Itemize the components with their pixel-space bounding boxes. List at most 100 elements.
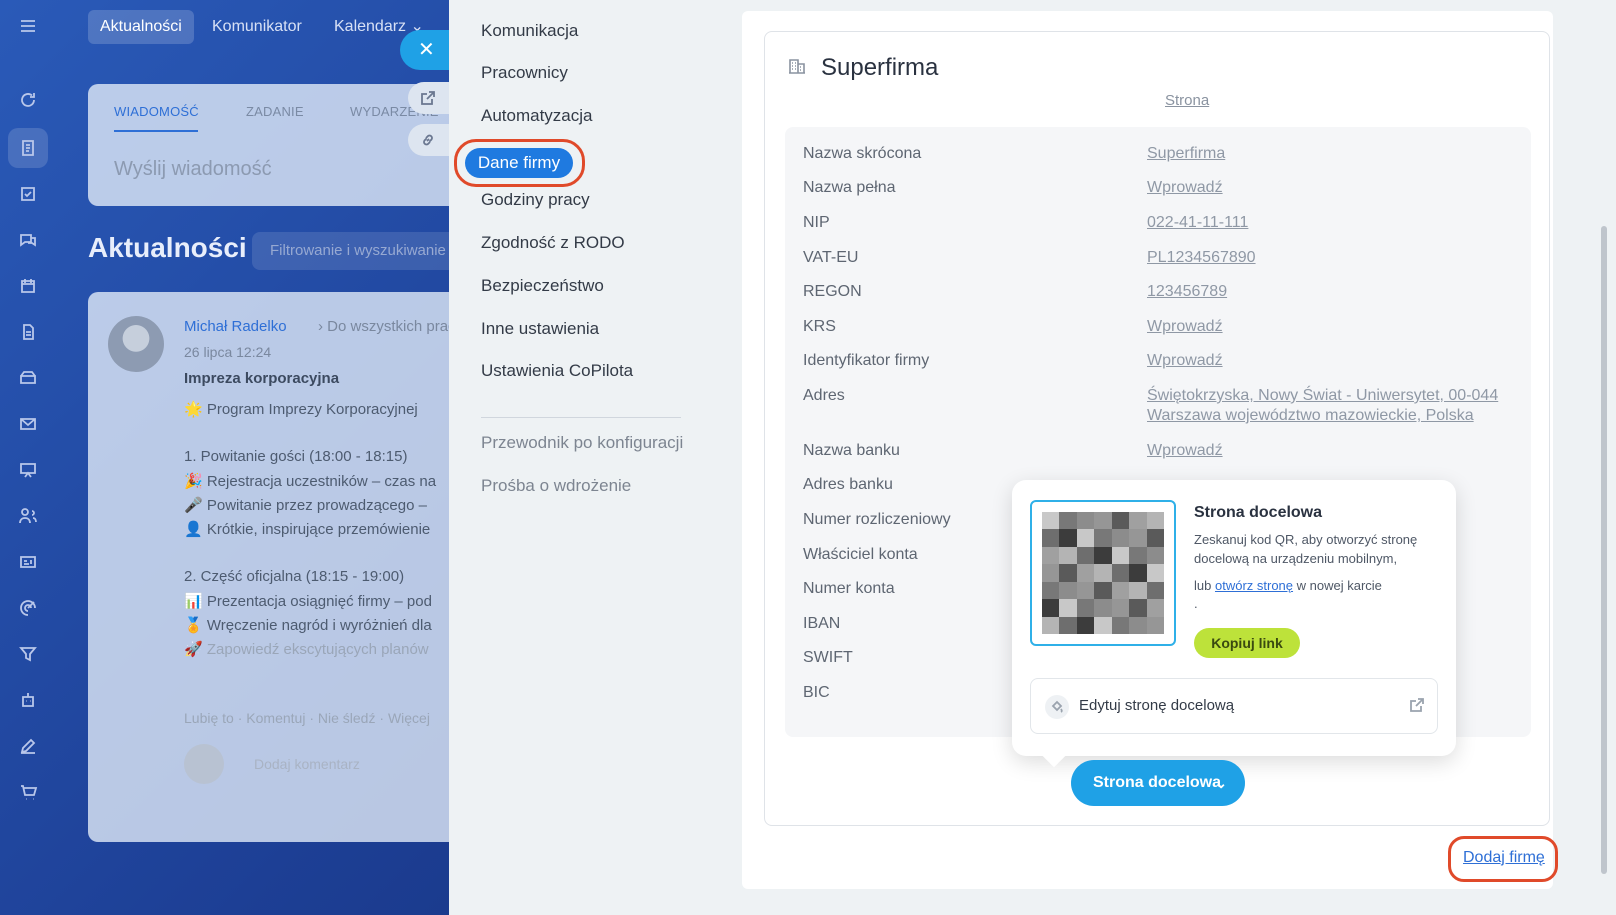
post-line: 🌟 Program Imprezy Korporacyjnej xyxy=(184,401,418,418)
comment-action[interactable]: Komentuj xyxy=(246,710,305,726)
chat-icon[interactable] xyxy=(16,228,40,252)
open-page-link[interactable]: otwórz stronę xyxy=(1215,578,1293,593)
post-line: 🏅 Wręczenie nagród i wyróżnień dla xyxy=(184,617,432,634)
tasks-icon[interactable] xyxy=(16,182,40,206)
nav-item-inne-ustawienia[interactable]: Inne ustawienia xyxy=(481,319,599,339)
qr-cell xyxy=(1059,546,1077,565)
qr-cell xyxy=(1146,512,1164,530)
qr-code xyxy=(1030,500,1176,646)
nav-item-copilot[interactable]: Ustawienia CoPilota xyxy=(481,361,633,381)
document-icon[interactable] xyxy=(16,320,40,344)
nav-divider xyxy=(481,417,681,418)
qr-cell xyxy=(1111,529,1130,547)
menu-icon[interactable] xyxy=(16,14,40,38)
top-tab-news[interactable]: Aktualności xyxy=(88,10,194,44)
qr-cell xyxy=(1059,581,1077,600)
robot-icon[interactable] xyxy=(16,688,40,712)
mail-icon[interactable] xyxy=(16,412,40,436)
field-value-address[interactable]: Świętokrzyska, Nowy Świat - Uniwersytet,… xyxy=(1147,387,1498,405)
field-label: NIP xyxy=(803,214,830,231)
nav-item-config-guide[interactable]: Przewodnik po konfiguracji xyxy=(481,433,683,453)
field-value-address-line2[interactable]: Warszawa województwo mazowieckie, Polska xyxy=(1147,407,1474,425)
composer-tab-message[interactable]: WIADOMOŚĆ xyxy=(114,104,199,119)
nav-item-bezpieczenstwo[interactable]: Bezpieczeństwo xyxy=(481,276,604,296)
landing-page-button[interactable]: Strona docelowa ⌄ xyxy=(1071,760,1245,806)
qr-cell xyxy=(1146,564,1164,582)
nav-item-pracownicy[interactable]: Pracownicy xyxy=(481,63,568,83)
qr-cell xyxy=(1129,564,1147,582)
qr-cell xyxy=(1129,546,1147,565)
composer-input[interactable]: Wyślij wiadomość xyxy=(114,158,272,181)
composer-tab-task[interactable]: ZADANIE xyxy=(246,104,304,119)
landing-page-button-label: Strona docelowa xyxy=(1093,774,1222,791)
author-avatar[interactable] xyxy=(108,316,164,372)
qr-cell xyxy=(1129,529,1147,547)
nav-item-automatyzacja[interactable]: Automatyzacja xyxy=(481,106,593,126)
field-value-company-id[interactable]: Wprowadź xyxy=(1147,352,1223,370)
like-action[interactable]: Lubię to xyxy=(184,710,234,726)
qr-grid xyxy=(1042,512,1164,634)
post-line: 📊 Prezentacja osiągnięć firmy – pod xyxy=(184,593,432,610)
pen-icon[interactable] xyxy=(16,734,40,758)
field-value-bank-name[interactable]: Wprowadź xyxy=(1147,442,1223,460)
close-slider-button[interactable]: ✕ xyxy=(400,30,452,70)
field-value-krs[interactable]: Wprowadź xyxy=(1147,318,1223,336)
qr-cell xyxy=(1042,599,1060,617)
scrollbar[interactable] xyxy=(1599,10,1609,890)
calendar-icon[interactable] xyxy=(16,274,40,298)
company-page-link[interactable]: Strona xyxy=(1165,92,1209,109)
nav-item-komunikacja[interactable]: Komunikacja xyxy=(481,21,578,41)
field-value-vat-eu[interactable]: PL1234567890 xyxy=(1147,249,1256,267)
field-value-regon[interactable]: 123456789 xyxy=(1147,283,1227,301)
post-line: 🎉 Rejestracja uczestników – czas na xyxy=(184,473,437,490)
field-label: REGON xyxy=(803,283,862,300)
nav-item-rodo[interactable]: Zgodność z RODO xyxy=(481,233,625,253)
more-action[interactable]: Więcej xyxy=(388,710,430,726)
qr-cell xyxy=(1111,599,1130,617)
field-label: SWIFT xyxy=(803,649,853,666)
qr-cell xyxy=(1111,546,1130,565)
qr-cell xyxy=(1076,512,1095,530)
field-value-nip[interactable]: 022-41-11-111 xyxy=(1147,214,1248,232)
left-rail xyxy=(0,0,56,915)
field-label: BIC xyxy=(803,684,830,701)
top-tab-messenger[interactable]: Komunikator xyxy=(200,10,314,44)
qr-cell xyxy=(1094,564,1112,582)
post-actions: Lubię to · Komentuj · Nie śledź · Więcej xyxy=(184,710,430,726)
scrollbar-thumb[interactable] xyxy=(1601,226,1607,874)
field-value-short-name[interactable]: Superfirma xyxy=(1147,145,1225,163)
comment-input[interactable]: Dodaj komentarz xyxy=(254,756,360,772)
copy-link-button[interactable]: Kopiuj link xyxy=(1194,628,1300,658)
qr-cell xyxy=(1042,529,1060,547)
edit-landing-page-button[interactable]: Edytuj stronę docelową xyxy=(1030,678,1438,734)
feed-icon[interactable] xyxy=(8,128,48,168)
field-value-full-name[interactable]: Wprowadź xyxy=(1147,179,1223,197)
qr-cell xyxy=(1059,616,1077,634)
company-name: Superfirma xyxy=(821,54,939,81)
refresh-icon[interactable] xyxy=(16,88,40,112)
open-in-new-window-button[interactable] xyxy=(408,82,452,114)
nav-item-godziny-pracy[interactable]: Godziny pracy xyxy=(481,190,590,210)
drive-icon[interactable] xyxy=(16,366,40,390)
contact-card-icon[interactable] xyxy=(16,550,40,574)
board-icon[interactable] xyxy=(16,458,40,482)
qr-cell xyxy=(1111,581,1130,600)
post-author[interactable]: Michał Radelko xyxy=(184,318,287,335)
add-company-link[interactable]: Dodaj firmę xyxy=(1463,849,1545,867)
copy-link-button[interactable] xyxy=(408,124,452,156)
link-icon xyxy=(423,134,433,146)
people-icon[interactable] xyxy=(16,504,40,528)
qr-cell xyxy=(1059,599,1077,617)
popup-arrow xyxy=(1042,744,1066,768)
nav-item-dane-firmy[interactable]: Dane firmy xyxy=(465,148,573,178)
qr-cell xyxy=(1059,564,1077,582)
cart-icon[interactable] xyxy=(16,780,40,804)
feed-filter-input[interactable]: Filtrowanie i wyszukiwanie xyxy=(252,232,482,270)
commenter-avatar xyxy=(184,744,224,784)
post-line: 1. Powitanie gości (18:00 - 18:15) xyxy=(184,448,408,465)
nav-item-implementation-request[interactable]: Prośba o wdrożenie xyxy=(481,476,631,496)
external-link-icon xyxy=(1409,697,1425,713)
target-icon[interactable] xyxy=(16,596,40,620)
unfollow-action[interactable]: Nie śledź xyxy=(318,710,376,726)
funnel-icon[interactable] xyxy=(16,642,40,666)
